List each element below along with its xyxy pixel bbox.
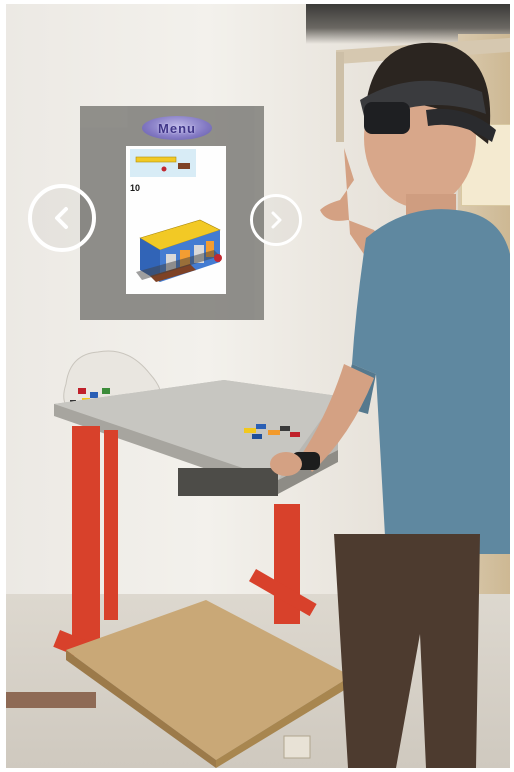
previous-step-button[interactable] bbox=[28, 184, 96, 252]
brick-model-illustration bbox=[136, 219, 222, 282]
brick-parts-illustration bbox=[135, 156, 190, 172]
menu-button[interactable]: Menu bbox=[142, 116, 212, 140]
hologram-panel: Menu 10 bbox=[80, 106, 264, 320]
menu-label: Menu bbox=[158, 120, 196, 136]
instruction-card: 10 bbox=[126, 146, 226, 294]
step-number: 10 bbox=[130, 183, 141, 193]
chevron-left-icon bbox=[55, 207, 68, 229]
photo-frame: Menu 10 bbox=[6, 4, 510, 768]
step-part-callout bbox=[130, 149, 196, 177]
person-with-headset bbox=[270, 42, 510, 768]
